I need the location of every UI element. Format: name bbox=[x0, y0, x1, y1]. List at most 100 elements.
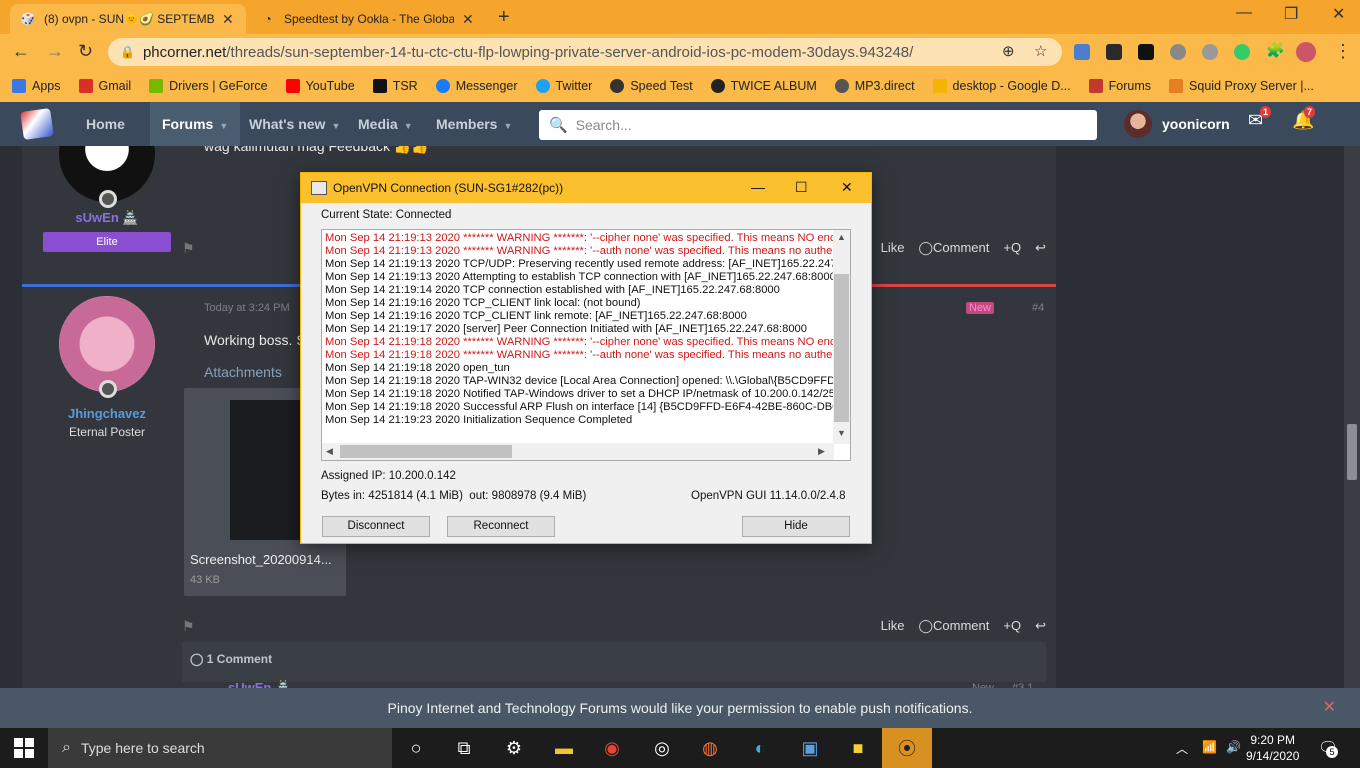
bookmark-youtube[interactable]: YouTube bbox=[285, 79, 355, 93]
reply-arrow-icon[interactable]: ↩ bbox=[1035, 240, 1046, 256]
new-tab-button[interactable]: + bbox=[498, 6, 510, 29]
scroll-right-arrow-icon[interactable]: ▶ bbox=[818, 446, 825, 457]
chevron-down-icon[interactable]: ▼ bbox=[404, 121, 413, 131]
tab-ovpn[interactable]: 🎲 (8) ovpn - SUN🌞🥑 SEPTEMBER ✕ bbox=[10, 4, 246, 34]
sticky-notes-icon[interactable]: ■ bbox=[846, 736, 870, 760]
log-horizontal-scrollbar[interactable]: ◀ ▶ bbox=[322, 443, 834, 460]
chevron-down-icon[interactable]: ▼ bbox=[503, 121, 512, 131]
post-time[interactable]: Today at 3:24 PM bbox=[204, 302, 290, 314]
nav-whats-new[interactable]: What's new ▼ bbox=[237, 102, 352, 146]
media-player-icon[interactable]: ◎ bbox=[650, 736, 674, 760]
quote-button[interactable]: +Q bbox=[1003, 618, 1021, 634]
menu-dots-icon[interactable]: ⋮ bbox=[1334, 41, 1352, 62]
hide-button[interactable]: Hide bbox=[742, 516, 850, 537]
bookmark-speedtest[interactable]: Speed Test bbox=[610, 79, 693, 93]
nav-home[interactable]: Home bbox=[74, 102, 137, 146]
alerts-bell-icon[interactable]: 🔔 7 bbox=[1292, 106, 1316, 131]
forward-arrow-icon[interactable]: → bbox=[46, 41, 64, 62]
log-textbox[interactable]: Mon Sep 14 21:19:13 2020 ******* WARNING… bbox=[321, 229, 851, 461]
disconnect-button[interactable]: Disconnect bbox=[322, 516, 430, 537]
scrollbar-thumb[interactable] bbox=[1347, 424, 1357, 480]
edge-icon[interactable]: ◐ bbox=[748, 736, 772, 760]
close-tab-icon[interactable]: ✕ bbox=[462, 11, 474, 28]
settings-gear-icon[interactable]: ⚙ bbox=[502, 736, 526, 760]
scroll-left-arrow-icon[interactable]: ◀ bbox=[326, 446, 333, 457]
taskbar-search-input[interactable]: ⌕ Type here to search bbox=[48, 728, 392, 768]
report-flag-icon[interactable]: ⚑ bbox=[182, 240, 195, 257]
minimize-button[interactable]: — bbox=[751, 179, 765, 195]
post-number[interactable]: #4 bbox=[1032, 302, 1044, 314]
bookmark-forums[interactable]: Forums bbox=[1088, 79, 1151, 93]
maximize-button[interactable]: ☐ bbox=[795, 179, 808, 196]
page-scrollbar[interactable] bbox=[1344, 146, 1360, 698]
bookmark-twitter[interactable]: Twitter bbox=[535, 79, 592, 93]
reconnect-button[interactable]: Reconnect bbox=[447, 516, 555, 537]
taskbar-clock[interactable]: 9:20 PM 9/14/2020 bbox=[1246, 732, 1299, 764]
extension-shield-icon[interactable] bbox=[1074, 44, 1090, 60]
windows-start-icon[interactable] bbox=[14, 738, 34, 758]
back-arrow-icon[interactable]: ← bbox=[12, 41, 30, 62]
notifications-icon[interactable]: 🗨5 bbox=[1318, 738, 1338, 758]
address-bar[interactable]: 🔒 phcorner.net/threads/sun-september-14-… bbox=[108, 38, 1062, 66]
reply-arrow-icon[interactable]: ↩ bbox=[1035, 618, 1046, 634]
extension-grammar-icon[interactable] bbox=[1170, 44, 1186, 60]
bookmark-star-icon[interactable]: ☆ bbox=[1034, 42, 1047, 60]
post-author-name[interactable]: sUwEn 🏯 bbox=[32, 210, 182, 226]
user-menu[interactable]: yoonicorn bbox=[1124, 110, 1230, 138]
wifi-icon[interactable]: 📶 bbox=[1202, 740, 1217, 754]
extension-camera-icon[interactable] bbox=[1106, 44, 1122, 60]
scrollbar-thumb[interactable] bbox=[340, 445, 512, 458]
bookmark-geforce[interactable]: Drivers | GeForce bbox=[149, 79, 268, 93]
avatar[interactable] bbox=[59, 296, 155, 398]
scroll-up-arrow-icon[interactable]: ▲ bbox=[837, 232, 846, 242]
volume-icon[interactable]: 🔊 bbox=[1226, 740, 1241, 754]
openvpn-taskbar-button[interactable]: ⦿ bbox=[882, 728, 932, 768]
bookmark-mp3direct[interactable]: MP3.direct bbox=[834, 79, 915, 93]
extension-globe-icon[interactable] bbox=[1234, 44, 1250, 60]
log-vertical-scrollbar[interactable]: ▲ ▼ bbox=[833, 230, 850, 444]
extension-dots-icon[interactable] bbox=[1138, 44, 1154, 60]
extension-block-icon[interactable] bbox=[1202, 44, 1218, 60]
dialog-titlebar[interactable]: OpenVPN Connection (SUN-SG1#282(pc)) — ☐… bbox=[301, 173, 871, 203]
network-app-icon[interactable]: ▣ bbox=[798, 736, 822, 760]
tray-expand-icon[interactable]: ︿ bbox=[1176, 740, 1188, 757]
like-button[interactable]: Like bbox=[881, 240, 905, 256]
scroll-down-arrow-icon[interactable]: ▼ bbox=[837, 428, 846, 438]
nav-forums[interactable]: Forums ▼ bbox=[150, 102, 241, 146]
quote-button[interactable]: +Q bbox=[1003, 240, 1021, 256]
task-view-icon[interactable]: ⧉ bbox=[452, 736, 476, 760]
comment-count-bar[interactable]: ◯ 1 Comment bbox=[182, 642, 1046, 682]
avatar[interactable] bbox=[59, 146, 155, 208]
search-input[interactable]: 🔍 Search... bbox=[539, 110, 1097, 140]
bookmark-google-drive[interactable]: desktop - Google D... bbox=[932, 79, 1071, 93]
report-flag-icon[interactable]: ⚑ bbox=[182, 618, 195, 635]
comment-button[interactable]: ◯Comment bbox=[918, 618, 989, 634]
bookmark-tsr[interactable]: TSR bbox=[372, 79, 418, 93]
close-button[interactable]: ✕ bbox=[841, 179, 853, 196]
nav-members[interactable]: Members ▼ bbox=[424, 102, 524, 146]
close-tab-icon[interactable]: ✕ bbox=[222, 11, 234, 28]
minimize-button[interactable]: — bbox=[1236, 4, 1252, 22]
chrome-icon[interactable]: ◉ bbox=[600, 736, 624, 760]
firefox-icon[interactable]: ◍ bbox=[698, 736, 722, 760]
bookmark-squid-proxy[interactable]: Squid Proxy Server |... bbox=[1169, 79, 1314, 93]
bookmark-apps[interactable]: Apps bbox=[12, 79, 61, 93]
bookmark-messenger[interactable]: Messenger bbox=[435, 79, 518, 93]
close-icon[interactable]: ✕ bbox=[1323, 688, 1336, 728]
site-logo[interactable] bbox=[20, 108, 54, 140]
tab-speedtest[interactable]: ◔ Speedtest by Ookla - The Global ✕ bbox=[250, 4, 486, 34]
comment-button[interactable]: ◯Comment bbox=[918, 240, 989, 256]
extensions-puzzle-icon[interactable]: 🧩 bbox=[1266, 41, 1285, 59]
profile-avatar-icon[interactable] bbox=[1296, 42, 1316, 62]
scrollbar-thumb[interactable] bbox=[834, 274, 849, 422]
inbox-envelope-icon[interactable]: ✉ 1 bbox=[1248, 106, 1272, 131]
file-explorer-icon[interactable]: ▬ bbox=[552, 736, 576, 760]
bookmark-gmail[interactable]: Gmail bbox=[78, 79, 131, 93]
restore-button[interactable]: ❐ bbox=[1284, 4, 1298, 24]
nav-media[interactable]: Media ▼ bbox=[346, 102, 425, 146]
close-window-button[interactable]: ✕ bbox=[1332, 4, 1345, 24]
chevron-down-icon[interactable]: ▼ bbox=[331, 121, 340, 131]
reload-icon[interactable]: ↻ bbox=[78, 41, 93, 62]
cortana-icon[interactable]: ○ bbox=[404, 736, 428, 760]
chevron-down-icon[interactable]: ▼ bbox=[219, 121, 228, 131]
